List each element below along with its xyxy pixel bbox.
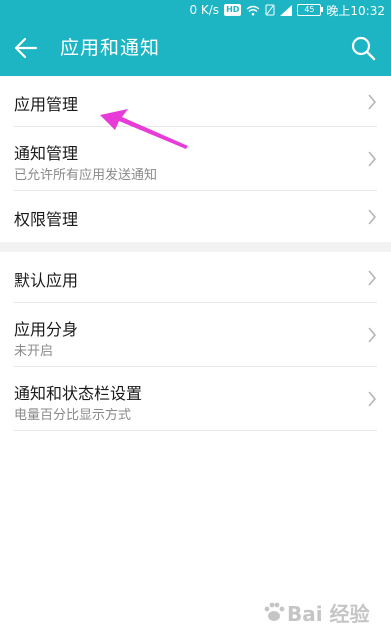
list-item-subtitle: 电量百分比显示方式 (14, 408, 132, 423)
status-bar: 0 K/s HD 45 晚上10:32 (0, 0, 391, 20)
section-divider (0, 242, 391, 252)
paw-logo-icon (264, 602, 285, 621)
network-speed: 0 K/s (189, 3, 220, 17)
settings-group-2: 默认应用 应用分身 未开启 通知和状态栏设置 电量百分比显示方式 (0, 252, 391, 431)
list-item-title: 应用管理 (14, 95, 79, 114)
search-icon[interactable] (349, 34, 377, 62)
chevron-right-icon (368, 209, 377, 225)
signal-icon (280, 4, 293, 16)
chevron-right-icon (368, 94, 377, 110)
list-item-subtitle: 未开启 (14, 344, 54, 359)
chevron-right-icon (368, 151, 377, 167)
list-item-notification-management[interactable]: 通知管理 已允许所有应用发送通知 (14, 127, 377, 191)
clock: 晚上10:32 (326, 3, 385, 18)
chevron-right-icon (368, 327, 377, 343)
list-item-subtitle: 已允许所有应用发送通知 (14, 168, 158, 183)
list-item-default-apps[interactable]: 默认应用 (14, 252, 377, 303)
battery-icon: 45 (297, 4, 324, 16)
annotation-arrow-icon (100, 109, 188, 149)
list-item-title: 通知管理 (14, 144, 79, 163)
watermark-text: Bai 经验 (287, 601, 370, 626)
app-bar: 应用和通知 (0, 20, 391, 76)
settings-group-1: 应用管理 通知管理 已允许所有应用发送通知 权限管理 (0, 76, 391, 242)
list-item-title: 默认应用 (14, 271, 79, 290)
page-title: 应用和通知 (60, 37, 161, 59)
list-item-app-twin[interactable]: 应用分身 未开启 (14, 303, 377, 367)
baidu-watermark: Bai 经验 (263, 592, 373, 632)
hd-badge: HD (224, 4, 242, 16)
chevron-right-icon (368, 270, 377, 286)
list-item-notification-statusbar-settings[interactable]: 通知和状态栏设置 电量百分比显示方式 (14, 367, 377, 431)
list-item-title: 权限管理 (14, 210, 79, 229)
list-item-app-management[interactable]: 应用管理 (14, 76, 377, 127)
list-item-title: 通知和状态栏设置 (14, 384, 143, 403)
wifi-icon (246, 5, 260, 15)
list-item-title: 应用分身 (14, 320, 79, 339)
list-item-permission-management[interactable]: 权限管理 (14, 191, 377, 242)
back-arrow-icon[interactable] (12, 34, 40, 62)
no-sim-icon (265, 4, 275, 16)
chevron-right-icon (368, 391, 377, 407)
